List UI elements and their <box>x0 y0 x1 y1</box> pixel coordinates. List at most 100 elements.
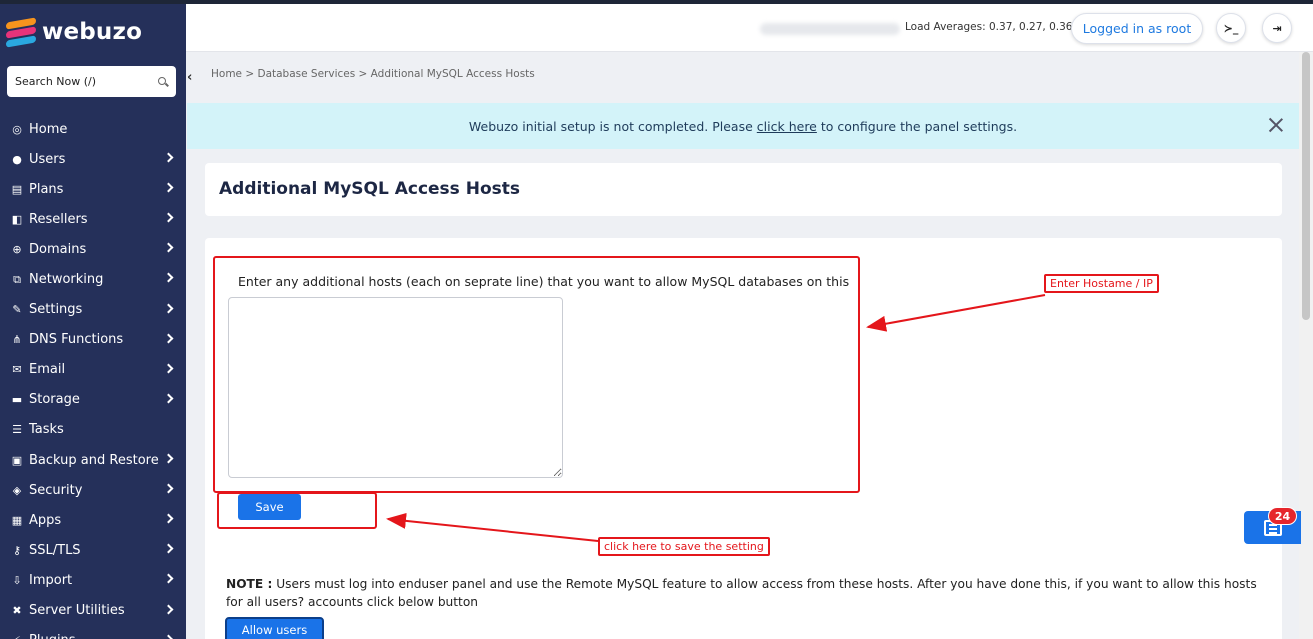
page-title: Additional MySQL Access Hosts <box>219 179 520 199</box>
sidebar-collapse-icon[interactable]: ‹ <box>187 70 192 85</box>
sidebar-item-label: Backup and Restore <box>29 452 159 468</box>
chevron-right-icon <box>163 182 174 193</box>
hosts-textarea[interactable] <box>228 297 563 478</box>
sidebar-item-home[interactable]: ◎ Home <box>0 114 186 144</box>
blurred-hostname <box>760 23 900 35</box>
hosts-label: Enter any additional hosts (each on sepr… <box>238 274 850 289</box>
sidebar-item-plans[interactable]: ▤ Plans <box>0 174 186 204</box>
chevron-right-icon <box>163 543 174 554</box>
sidebar-item-label: DNS Functions <box>29 332 124 348</box>
sidebar-item-networking[interactable]: ⧉ Networking <box>0 264 186 294</box>
sidebar-item-server-utilities[interactable]: ✖ Server Utilities <box>0 596 186 626</box>
user-icon: ● <box>12 152 22 166</box>
plans-icon: ▤ <box>11 182 23 196</box>
sidebar-item-label: SSL/TLS <box>29 542 81 558</box>
sidebar-item-tasks[interactable]: ☰ Tasks <box>0 415 186 445</box>
sidebar-item-apps[interactable]: ▦ Apps <box>0 505 186 535</box>
sidebar-item-label: Domains <box>29 241 87 257</box>
chevron-right-icon <box>163 152 174 163</box>
setup-alert: Webuzo initial setup is not completed. P… <box>187 103 1299 149</box>
resellers-icon: ◧ <box>11 212 23 226</box>
dns-icon: ⋔ <box>12 333 22 347</box>
sidebar-item-label: Plans <box>29 181 64 197</box>
close-icon[interactable] <box>1267 116 1285 134</box>
sidebar-item-settings[interactable]: ✎ Settings <box>0 295 186 325</box>
chevron-right-icon <box>163 273 174 283</box>
wrench-icon: ✎ <box>12 303 22 317</box>
logged-in-button[interactable]: Logged in as root <box>1071 13 1203 44</box>
note-text: NOTE : Users must log into enduser panel… <box>226 575 1266 611</box>
sidebar-item-label: Tasks <box>29 422 64 438</box>
chevron-right-icon <box>163 453 174 464</box>
chevron-right-icon <box>163 212 174 223</box>
brand-logo[interactable]: webuzo <box>6 12 142 52</box>
sidebar-item-import[interactable]: ⇩ Import <box>0 565 186 595</box>
chevron-right-icon <box>163 363 174 374</box>
apps-icon: ▦ <box>11 513 23 527</box>
tools-icon: ✖ <box>12 604 22 618</box>
news-badge[interactable]: 24 <box>1268 507 1297 525</box>
annotation-hostname-label: Enter Hostame / IP <box>1044 274 1159 293</box>
note-body: Users must log into enduser panel and us… <box>226 577 1257 609</box>
save-button[interactable]: Save <box>238 494 301 520</box>
logout-icon[interactable]: ⇥ <box>1262 13 1292 43</box>
storage-icon: ▬ <box>11 393 23 407</box>
sidebar-item-dns-functions[interactable]: ⋔ DNS Functions <box>0 325 186 355</box>
sidebar-item-label: Server Utilities <box>29 603 125 619</box>
sidebar-item-plugins[interactable]: ⚡ Plugins <box>0 626 186 639</box>
sidebar-item-label: Settings <box>29 302 83 318</box>
globe-icon: ⊕ <box>12 242 22 256</box>
sidebar-item-resellers[interactable]: ◧ Resellers <box>0 204 186 234</box>
chevron-right-icon <box>163 242 174 253</box>
page-scrollbar[interactable] <box>1299 52 1313 639</box>
sidebar-item-backup-and-restore[interactable]: ▣ Backup and Restore <box>0 445 186 475</box>
sidebar-item-users[interactable]: ● Users <box>0 144 186 174</box>
sidebar-item-storage[interactable]: ▬ Storage <box>0 385 186 415</box>
plug-icon: ⚡ <box>10 634 24 639</box>
alert-text-before: Webuzo initial setup is not completed. P… <box>468 118 753 134</box>
sidebar-item-label: Apps <box>29 512 62 528</box>
tasks-icon: ☰ <box>12 423 22 437</box>
sidebar-item-label: Users <box>29 151 66 167</box>
sidebar-item-label: Plugins <box>29 633 76 639</box>
sidebar-item-security[interactable]: ◈ Security <box>0 475 186 505</box>
brand-name: webuzo <box>42 19 143 45</box>
sidebar-item-label: Email <box>29 362 66 378</box>
chevron-right-icon <box>163 303 174 314</box>
top-header: Load Averages: 0.37, 0.27, 0.36 Logged i… <box>186 4 1313 52</box>
chevron-right-icon <box>163 483 174 494</box>
backup-icon: ▣ <box>11 453 23 467</box>
sidebar: webuzo ◎ Home ● Users ▤ Plans ◧ Resellers ⊕ Domai… <box>0 4 186 639</box>
sidebar-item-ssl-tls[interactable]: ⚷ SSL/TLS <box>0 535 186 565</box>
search-input[interactable] <box>15 75 145 88</box>
chevron-right-icon <box>163 573 174 584</box>
setup-link[interactable]: click here <box>757 119 817 134</box>
chevron-right-icon <box>163 513 174 524</box>
sidebar-menu: ◎ Home ● Users ▤ Plans ◧ Resellers ⊕ Domains ⧉ Netw… <box>0 114 186 639</box>
envelope-icon: ✉ <box>12 363 22 377</box>
sidebar-item-label: Import <box>29 572 73 588</box>
sidebar-item-email[interactable]: ✉ Email <box>0 355 186 385</box>
sidebar-item-domains[interactable]: ⊕ Domains <box>0 234 186 264</box>
allow-users-button[interactable]: Allow users <box>225 617 324 639</box>
key-icon: ⚷ <box>12 543 22 557</box>
search-icon[interactable] <box>158 76 168 87</box>
chevron-right-icon <box>163 634 174 639</box>
breadcrumb: Home > Database Services > Additional My… <box>211 68 535 80</box>
alert-text-after: to configure the panel settings. <box>820 118 1018 134</box>
webuzo-logo-icon <box>6 17 36 48</box>
sidebar-search[interactable] <box>7 66 176 97</box>
terminal-icon[interactable]: ≻_ <box>1216 13 1246 43</box>
chevron-right-icon <box>163 333 174 344</box>
import-icon: ⇩ <box>12 573 22 587</box>
chevron-right-icon <box>163 393 174 404</box>
sidebar-item-label: Security <box>29 482 83 498</box>
load-averages: Load Averages: 0.37, 0.27, 0.36 <box>905 21 1073 33</box>
network-icon: ⧉ <box>13 272 21 286</box>
sidebar-item-label: Networking <box>29 272 104 288</box>
scrollbar-thumb[interactable] <box>1302 52 1310 320</box>
chevron-right-icon <box>163 604 174 614</box>
title-card: Additional MySQL Access Hosts <box>205 163 1282 216</box>
sidebar-item-label: Storage <box>29 392 80 408</box>
annotation-save-label: click here to save the setting <box>598 537 770 556</box>
